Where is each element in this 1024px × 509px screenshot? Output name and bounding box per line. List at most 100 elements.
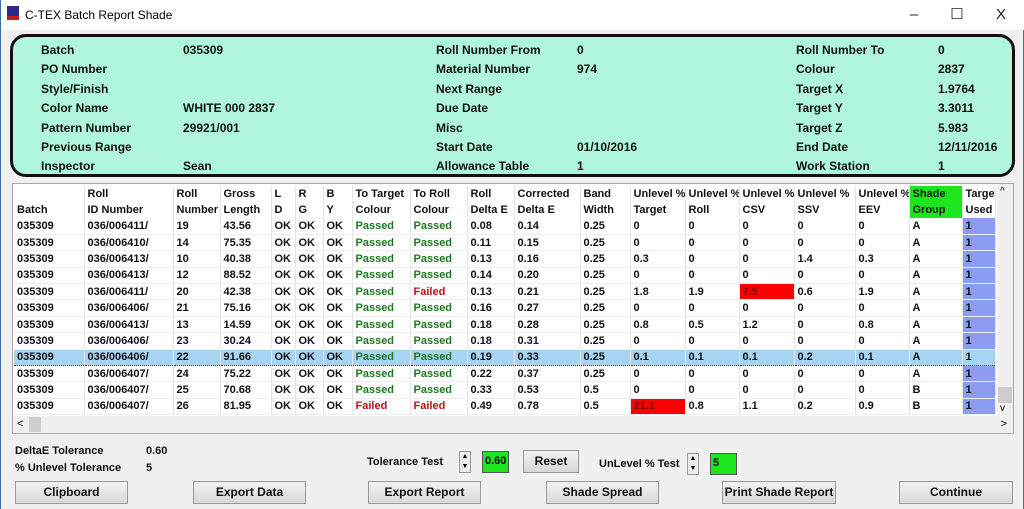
down-arrow-icon[interactable]: ▼	[688, 464, 698, 474]
column-header[interactable]: Batch	[14, 202, 85, 218]
export-data-button[interactable]: Export Data	[193, 481, 306, 504]
column-header[interactable]: Target	[630, 202, 686, 218]
table-cell: 75.16	[220, 299, 272, 317]
column-header[interactable]: Width	[580, 202, 631, 218]
column-header[interactable]: Roll	[467, 186, 515, 202]
print-shade-report-button[interactable]: Print Shade Report	[722, 481, 836, 504]
column-header[interactable]: Shade	[909, 186, 963, 202]
table-cell: Passed	[410, 299, 468, 317]
column-header[interactable]: B	[323, 186, 353, 202]
column-header[interactable]: ID Number	[84, 202, 174, 218]
column-header[interactable]: Roll	[685, 202, 740, 218]
table-cell: 0.25	[580, 365, 631, 383]
column-header[interactable]: G	[295, 202, 324, 218]
close-button[interactable]: X	[986, 4, 1016, 26]
up-arrow-icon[interactable]: ▲	[460, 452, 470, 462]
info-label: Roll Number From	[436, 43, 541, 57]
table-row[interactable]: 035309 036/006407/26 81.95 OK OK OK Failed Fail…	[14, 398, 996, 416]
table-cell: 21.1	[630, 398, 686, 416]
table-row[interactable]: 035309 036/006410/14 75.35 OK OK OK Passed Pass…	[14, 234, 996, 252]
column-header[interactable]: R	[295, 186, 324, 202]
table-cell: 7.5	[739, 283, 795, 301]
column-header[interactable]: Delta E	[467, 202, 515, 218]
table-cell: 035309	[14, 299, 85, 317]
column-header[interactable]: Y	[323, 202, 353, 218]
unlevel-spinner[interactable]: ▲ ▼	[687, 453, 699, 475]
table-row[interactable]: 035309 036/006406/22 91.66 OK OK OK Passed Pass…	[14, 348, 996, 367]
tolerance-spinner[interactable]: ▲ ▼	[459, 451, 471, 473]
table-row[interactable]: 035309 036/006407/25 70.68 OK OK OK Passed Pass…	[14, 381, 996, 399]
scroll-thumb[interactable]	[998, 387, 1012, 403]
column-header[interactable]: To Target	[352, 186, 411, 202]
table-row[interactable]: 035309 036/006406/23 30.24 OK OK OK Passed Pass…	[14, 332, 996, 350]
export-report-button[interactable]: Export Report	[368, 481, 481, 504]
column-header[interactable]: Used	[962, 202, 996, 218]
table-cell: 0.11	[467, 234, 515, 252]
scroll-left-button[interactable]: <	[17, 418, 23, 430]
column-header[interactable]: Unlevel %	[855, 186, 910, 202]
table-cell: 0.1	[855, 348, 910, 367]
clipboard-button[interactable]: Clipboard	[15, 481, 128, 504]
column-header[interactable]: L	[271, 186, 296, 202]
reset-button[interactable]: Reset	[523, 450, 579, 473]
table-cell: OK	[271, 332, 296, 350]
minimize-button[interactable]: –	[899, 4, 929, 26]
table-cell: 0.33	[514, 348, 581, 367]
column-header[interactable]: Delta E	[514, 202, 581, 218]
scroll-down-button[interactable]: v	[1000, 403, 1005, 414]
column-header[interactable]: EEV	[855, 202, 910, 218]
column-header[interactable]: Unlevel %	[630, 186, 686, 202]
column-header[interactable]: Target	[962, 186, 996, 202]
table-cell: 1	[962, 348, 996, 367]
table-row[interactable]: 035309 036/006413/12 88.52 OK OK OK Passed Pass…	[14, 267, 996, 285]
column-header[interactable]: Corrected	[514, 186, 581, 202]
table-row[interactable]: 035309 036/006413/13 14.59 OK OK OK Passed Pass…	[14, 316, 996, 334]
column-header[interactable]: D	[271, 202, 296, 218]
column-header[interactable]: Group	[909, 202, 963, 218]
column-header[interactable]: Gross	[220, 186, 272, 202]
tolerance-test-input[interactable]: 0.60	[482, 451, 509, 473]
horizontal-scrollbar[interactable]: < >	[13, 416, 1013, 433]
table-cell: OK	[271, 267, 296, 285]
vertical-scrollbar[interactable]: ^ v	[997, 184, 1013, 417]
column-header[interactable]: Roll	[173, 186, 221, 202]
column-header[interactable]: Number	[173, 202, 221, 218]
table-row[interactable]: 035309 036/006411/20 42.38 OK OK OK Passed Fail…	[14, 283, 996, 301]
column-header[interactable]: To Roll	[410, 186, 468, 202]
shade-spread-button[interactable]: Shade Spread	[546, 481, 659, 504]
continue-button[interactable]: Continue	[899, 481, 1013, 504]
table-row[interactable]: 035309 036/006406/21 75.16 OK OK OK Passed Pass…	[14, 299, 996, 317]
down-arrow-icon[interactable]: ▼	[460, 462, 470, 472]
column-header[interactable]: Unlevel %	[739, 186, 795, 202]
up-arrow-icon[interactable]: ▲	[688, 454, 698, 464]
table-cell: 10	[173, 250, 221, 268]
table-cell: OK	[271, 365, 296, 383]
table-cell: 0	[855, 234, 910, 252]
table-cell: 0.22	[467, 365, 515, 383]
table-cell: 036/006411/	[84, 218, 174, 235]
column-header[interactable]	[14, 186, 85, 202]
scroll-up-button[interactable]: ^	[1000, 186, 1005, 197]
hscroll-thumb[interactable]	[29, 417, 41, 432]
table-cell: OK	[295, 267, 324, 285]
table-cell: 035309	[14, 234, 85, 252]
scroll-right-button[interactable]: >	[1001, 418, 1007, 430]
column-header[interactable]: Colour	[352, 202, 411, 218]
table-cell: 20	[173, 283, 221, 301]
column-header[interactable]: SSV	[794, 202, 856, 218]
column-header[interactable]: Band	[580, 186, 631, 202]
table-row[interactable]: 035309 036/006407/24 75.22 OK OK OK Passed Pass…	[14, 365, 996, 383]
table-row[interactable]: 035309 036/006413/10 40.38 OK OK OK Passed Pass…	[14, 250, 996, 268]
unlevel-test-input[interactable]: 5	[710, 453, 737, 475]
column-header[interactable]: Roll	[84, 186, 174, 202]
table-cell: 036/006407/	[84, 381, 174, 399]
column-header[interactable]: Colour	[410, 202, 468, 218]
maximize-button[interactable]: ☐	[942, 4, 972, 26]
column-header[interactable]: Length	[220, 202, 272, 218]
column-header[interactable]: Unlevel %	[685, 186, 740, 202]
table-cell: A	[909, 365, 963, 383]
table-cell: 0	[685, 234, 740, 252]
column-header[interactable]: Unlevel %	[794, 186, 856, 202]
column-header[interactable]: CSV	[739, 202, 795, 218]
table-row[interactable]: 035309 036/006411/19 43.56 OK OK OK Passed Pass…	[14, 218, 996, 235]
